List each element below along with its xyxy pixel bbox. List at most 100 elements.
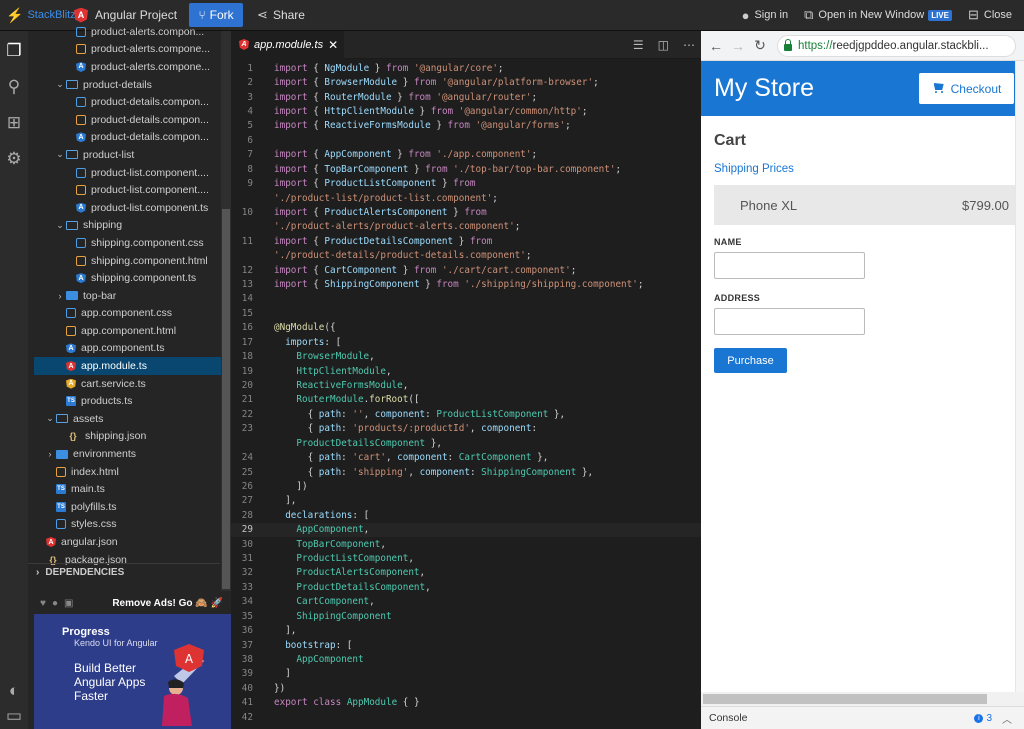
code-line[interactable]: 28 declarations: [ (231, 508, 701, 522)
console-bar[interactable]: Console i 3 ︿ (701, 706, 1024, 729)
tree-item[interactable]: ⌄ assets (34, 410, 221, 428)
code-line[interactable]: 1 import { NgModule } from '@angular/core… (231, 61, 701, 75)
code-line[interactable]: 35 ShippingComponent (231, 609, 701, 623)
reload-icon[interactable]: ↻ (749, 37, 771, 54)
code-line[interactable]: 7 import { AppComponent } from './app.com… (231, 148, 701, 162)
theme-toggle-icon[interactable]: ◐ (0, 679, 28, 703)
tree-item[interactable]: Ashipping.component.ts (34, 269, 221, 287)
code-line[interactable]: 13 import { ShippingComponent } from './s… (231, 277, 701, 291)
tree-item[interactable]: index.html (34, 463, 221, 481)
preview-scroll-thumb[interactable] (703, 694, 987, 704)
tree-item[interactable]: product-list.component.... (34, 181, 221, 199)
tree-item[interactable]: product-details.compon... (34, 111, 221, 129)
settings-gear-icon[interactable]: ⚙ (0, 141, 28, 177)
code-line[interactable]: './product-list/product-list.component'; (231, 191, 701, 205)
tree-item[interactable]: ⌄ shipping (34, 217, 221, 235)
project-title[interactable]: A Angular Project (74, 7, 177, 23)
tree-item[interactable]: TS main.ts (34, 480, 221, 498)
code-line[interactable]: 23 { path: 'products/:productId', compon… (231, 422, 701, 436)
close-tab-icon[interactable]: ✕ (328, 38, 338, 52)
explorer-scroll-thumb[interactable] (222, 209, 230, 589)
sign-in-button[interactable]: ● Sign in (742, 8, 789, 23)
split-editor-icon[interactable]: ◫ (658, 38, 669, 52)
extensions-icon[interactable]: ⊞ (0, 105, 28, 141)
purchase-button[interactable]: Purchase (714, 348, 787, 373)
tree-item[interactable]: product-details.compon... (34, 93, 221, 111)
tree-item[interactable]: ⌄ product-details (34, 76, 221, 94)
stackblitz-logo[interactable]: ⚡ StackBlitz (0, 7, 76, 24)
preview-vertical-scrollbar[interactable] (1015, 61, 1024, 693)
tree-item[interactable]: Acart.service.ts (34, 375, 221, 393)
code-line[interactable]: 31 ProductListComponent, (231, 551, 701, 565)
github-small-icon[interactable]: ● (52, 598, 58, 609)
code-line[interactable]: 19 HttpClientModule, (231, 364, 701, 378)
shipping-prices-link[interactable]: Shipping Prices (714, 163, 1015, 175)
code-line[interactable]: 15 (231, 306, 701, 320)
remove-ads-link[interactable]: Remove Ads! Go 🙈 🚀 (112, 598, 223, 609)
explorer-scrollbar[interactable] (221, 31, 231, 591)
code-line[interactable]: 42 (231, 710, 701, 724)
address-field[interactable] (714, 308, 865, 335)
tree-item[interactable]: Aproduct-alerts.compone... (34, 58, 221, 76)
tree-item[interactable]: {} shipping.json (34, 428, 221, 446)
code-line[interactable]: 14 (231, 292, 701, 306)
search-icon[interactable]: ⚲ (0, 69, 28, 105)
back-icon[interactable]: ← (705, 38, 727, 54)
code-line[interactable]: 10 import { ProductAlertsComponent } from (231, 205, 701, 219)
files-icon[interactable]: ❐ (0, 33, 28, 69)
checkout-button[interactable]: Checkout (919, 73, 1014, 104)
tree-item[interactable]: ⌄ product-list (34, 146, 221, 164)
code-line[interactable]: 11 import { ProductDetailsComponent } fro… (231, 234, 701, 248)
close-button[interactable]: ⊟ Close (968, 7, 1012, 23)
format-icon[interactable]: ☰ (633, 38, 644, 52)
tree-item[interactable]: Aapp.component.ts (34, 340, 221, 358)
code-line[interactable]: 38 AppComponent (231, 652, 701, 666)
tree-item[interactable]: Aproduct-details.compon... (34, 129, 221, 147)
code-line[interactable]: 30 TopBarComponent, (231, 537, 701, 551)
code-line[interactable]: 33 ProductDetailsComponent, (231, 580, 701, 594)
tree-item[interactable]: Aproduct-list.component.ts (34, 199, 221, 217)
console-count[interactable]: i 3 (974, 713, 992, 724)
code-line[interactable]: 22 { path: '', component: ProductListCom… (231, 407, 701, 421)
open-new-window-button[interactable]: ⧉ Open in New Window LIVE (804, 7, 952, 23)
tab-app-module[interactable]: A app.module.ts ✕ (231, 30, 345, 59)
twitter-icon[interactable]: ♥ (40, 598, 46, 609)
code-line[interactable]: 34 CartComponent, (231, 595, 701, 609)
code-line[interactable]: 17 imports: [ (231, 335, 701, 349)
dependencies-section[interactable]: › DEPENDENCIES (28, 563, 220, 581)
tree-item[interactable]: app.component.html (34, 322, 221, 340)
tree-item[interactable]: Aapp.module.ts (34, 357, 221, 375)
code-line[interactable]: 37 bootstrap: [ (231, 638, 701, 652)
store-title[interactable]: My Store (714, 74, 814, 103)
code-line[interactable]: 25 { path: 'shipping', component: Shippi… (231, 465, 701, 479)
tree-item[interactable]: shipping.component.css (34, 234, 221, 252)
tree-item[interactable]: product-alerts.compone... (34, 41, 221, 59)
tree-item[interactable]: app.component.css (34, 305, 221, 323)
code-line[interactable]: 2 import { BrowserModule } from '@angular… (231, 75, 701, 89)
tree-item[interactable]: › top-bar (34, 287, 221, 305)
code-line[interactable]: 39 ] (231, 667, 701, 681)
discord-icon[interactable]: ▣ (64, 598, 73, 609)
code-lines[interactable]: 1 import { NgModule } from '@angular/core… (231, 61, 701, 724)
tree-item[interactable]: › environments (34, 445, 221, 463)
url-bar[interactable]: https:// reedjgpddeo.angular.stackbli... (777, 34, 1016, 57)
code-line[interactable]: ProductDetailsComponent }, (231, 436, 701, 450)
code-line[interactable]: 36 ], (231, 623, 701, 637)
code-line[interactable]: 12 import { CartComponent } from './cart/… (231, 263, 701, 277)
code-line[interactable]: './product-details/product-details.compo… (231, 248, 701, 262)
code-line[interactable]: 26 ]) (231, 479, 701, 493)
code-line[interactable]: 6 (231, 133, 701, 147)
code-line[interactable]: 21 RouterModule. forRoot([ (231, 393, 701, 407)
code-line[interactable]: 27 ], (231, 494, 701, 508)
tree-item[interactable]: product-alerts.compon... (34, 23, 221, 41)
code-line[interactable]: 5 import { ReactiveFormsModule } from '@a… (231, 119, 701, 133)
code-line[interactable]: 29 AppComponent, (231, 522, 701, 537)
code-line[interactable]: 24 { path: 'cart', component: CartCompon… (231, 450, 701, 464)
code-line[interactable]: 32 ProductAlertsComponent, (231, 566, 701, 580)
tree-item[interactable]: product-list.component.... (34, 164, 221, 182)
code-line[interactable]: 4 import { HttpClientModule } from '@angu… (231, 104, 701, 118)
preview-horizontal-scrollbar[interactable] (701, 692, 1024, 706)
code-line[interactable]: 41 export class AppModule { } (231, 696, 701, 710)
code-line[interactable]: 18 BrowserModule, (231, 349, 701, 363)
more-icon[interactable]: ⋯ (683, 38, 695, 52)
